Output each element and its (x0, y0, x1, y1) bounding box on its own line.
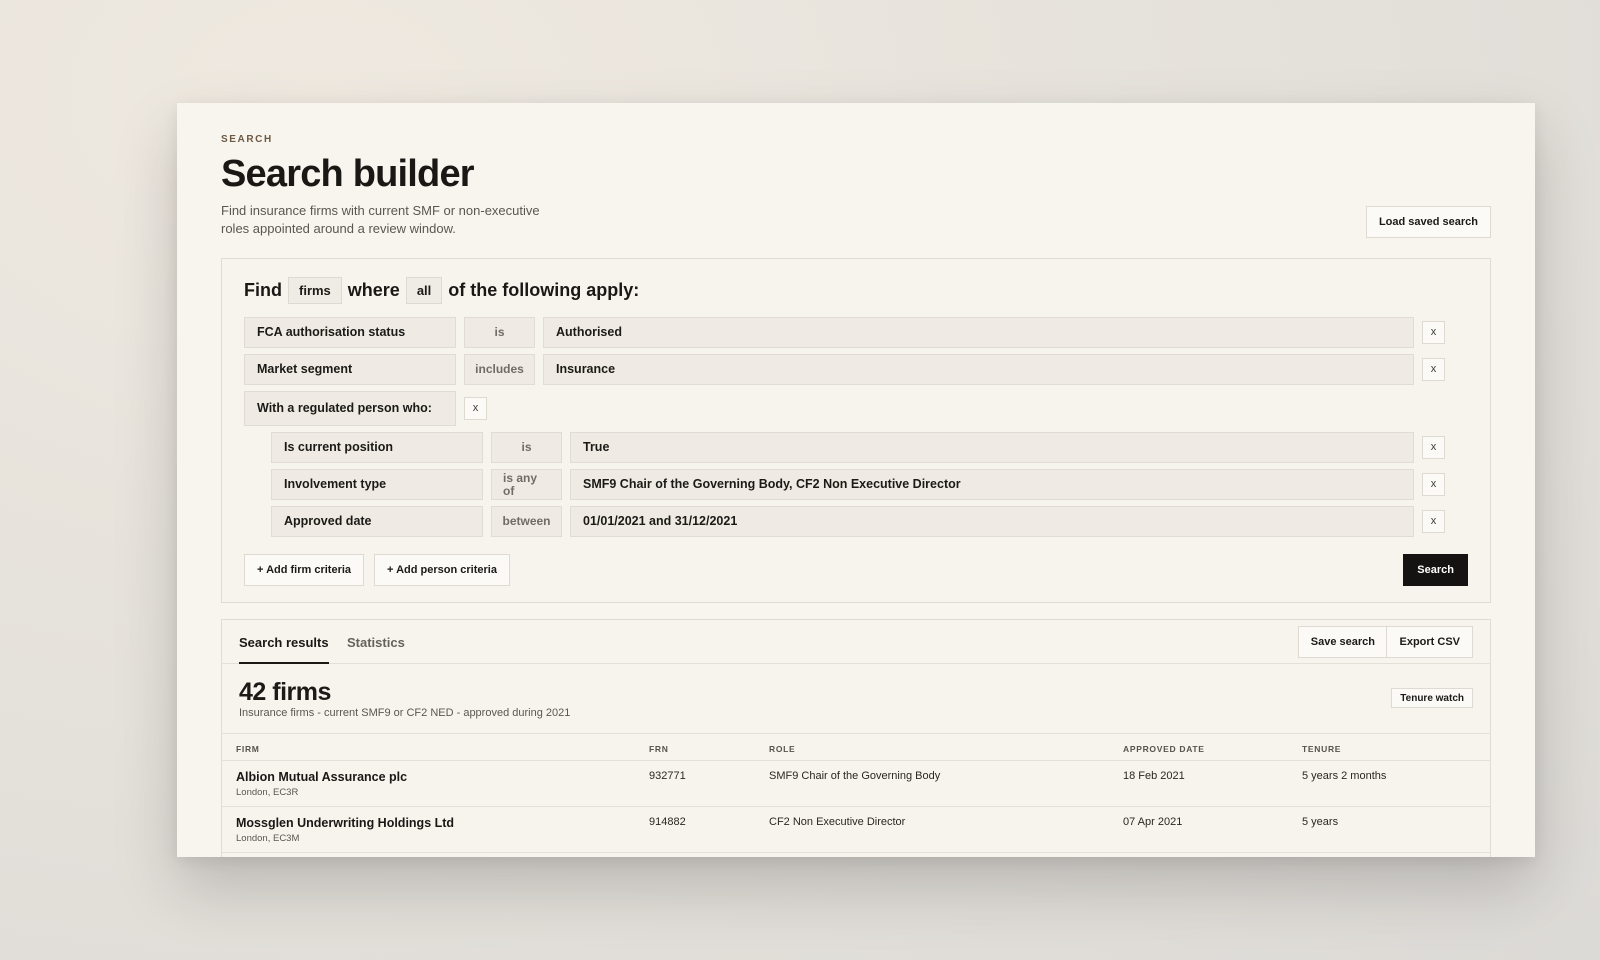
criteria-value-input[interactable]: Authorised (543, 317, 1414, 348)
results-panel: Search results Statistics Save search Ex… (221, 619, 1491, 857)
app-window: SEARCH Search builder Find insurance fir… (177, 103, 1535, 857)
where-label: where (347, 280, 400, 300)
following-label: of the following apply: (448, 280, 640, 300)
firm-location: London, EC3M (236, 833, 300, 844)
approved-date-cell: 18 Feb 2021 (1123, 770, 1185, 782)
firm-cell: Albion Mutual Assurance plc London, EC3R (236, 770, 407, 798)
criteria-field-selector[interactable]: Involvement type (271, 469, 483, 500)
criteria-row: Market segment includes Insurance x (244, 354, 1445, 385)
frn-cell: 932771 (649, 770, 686, 782)
section-eyebrow: SEARCH (221, 134, 273, 145)
results-table-header: FIRM FRN ROLE APPROVED DATE TENURE (222, 733, 1490, 761)
remove-criteria-button[interactable]: x (1422, 358, 1445, 381)
results-tabs: Search results Statistics Save search Ex… (222, 620, 1490, 664)
criteria-operator-selector[interactable]: is (464, 317, 535, 348)
criteria-operator-selector[interactable]: is any of (491, 469, 562, 500)
criteria-field-selector[interactable]: Is current position (271, 432, 483, 463)
remove-criteria-button[interactable]: x (1422, 321, 1445, 344)
criteria-operator-selector[interactable]: includes (464, 354, 535, 385)
approved-date-cell: 07 Apr 2021 (1123, 816, 1183, 828)
search-builder-panel: Find firms where all of the following ap… (221, 258, 1491, 603)
person-group-header: With a regulated person who: x (244, 391, 487, 426)
table-row[interactable]: Albion Mutual Assurance plc London, EC3R… (222, 761, 1490, 807)
criteria-operator-selector[interactable]: between (491, 506, 562, 537)
page-subtitle: Find insurance firms with current SMF or… (221, 203, 540, 236)
column-header-approved-date[interactable]: APPROVED DATE (1123, 744, 1205, 754)
frn-cell: 914882 (649, 816, 686, 828)
criteria-value-input[interactable]: 01/01/2021 and 31/12/2021 (570, 506, 1414, 537)
role-cell: CF2 Non Executive Director (769, 816, 906, 828)
remove-group-button[interactable]: x (464, 397, 487, 420)
person-group-label[interactable]: With a regulated person who: (244, 391, 456, 426)
criteria-value-input[interactable]: Insurance (543, 354, 1414, 385)
operator-line: of (503, 484, 515, 498)
column-header-role[interactable]: ROLE (769, 744, 795, 754)
person-criteria-row: Approved date between 01/01/2021 and 31/… (271, 506, 1445, 537)
find-sentence: Find firms where all of the following ap… (244, 277, 639, 304)
table-row[interactable]: Mossglen Underwriting Holdings Ltd Londo… (222, 807, 1490, 853)
entity-selector[interactable]: firms (288, 277, 342, 304)
load-saved-search-button[interactable]: Load saved search (1365, 206, 1491, 238)
column-header-tenure[interactable]: TENURE (1302, 744, 1341, 754)
person-criteria-row: Involvement type is any of SMF9 Chair of… (271, 469, 1445, 500)
column-header-firm[interactable]: FIRM (236, 744, 260, 754)
tenure-cell: 5 years (1302, 816, 1339, 828)
criteria-value-input[interactable]: True (570, 432, 1414, 463)
operator-line: is any (503, 471, 538, 485)
add-firm-criteria-button[interactable]: + Add firm criteria (244, 554, 365, 586)
add-person-criteria-button[interactable]: + Add person criteria (374, 554, 510, 586)
results-count: 42 firms (239, 678, 331, 706)
firm-name[interactable]: Mossglen Underwriting Holdings Ltd (236, 816, 454, 830)
person-criteria-row: Is current position is True x (271, 432, 1445, 463)
remove-criteria-button[interactable]: x (1422, 436, 1445, 459)
firm-name[interactable]: Albion Mutual Assurance plc (236, 770, 407, 784)
tenure-watch-button[interactable]: Tenure watch (1391, 688, 1473, 708)
firm-location: London, EC3R (236, 787, 299, 798)
remove-criteria-button[interactable]: x (1422, 473, 1445, 496)
criteria-operator-selector[interactable]: is (491, 432, 562, 463)
export-csv-button[interactable]: Export CSV (1386, 626, 1473, 658)
role-cell: SMF9 Chair of the Governing Body (769, 770, 941, 782)
page-title: Search builder (221, 153, 475, 195)
results-summary: Insurance firms - current SMF9 or CF2 NE… (239, 707, 571, 719)
firm-cell: Mossglen Underwriting Holdings Ltd Londo… (236, 816, 454, 844)
criteria-value-input[interactable]: SMF9 Chair of the Governing Body, CF2 No… (570, 469, 1414, 500)
criteria-field-selector[interactable]: FCA authorisation status (244, 317, 456, 348)
criteria-field-selector[interactable]: Approved date (271, 506, 483, 537)
quantifier-selector[interactable]: all (405, 277, 443, 304)
tab-search-results[interactable]: Search results (239, 635, 329, 664)
search-button[interactable]: Search (1403, 554, 1468, 586)
find-label: Find (244, 280, 282, 300)
criteria-field-selector[interactable]: Market segment (244, 354, 456, 385)
tenure-cell: 5 years 2 months (1302, 770, 1387, 782)
tab-statistics[interactable]: Statistics (347, 635, 405, 650)
column-header-frn[interactable]: FRN (649, 744, 669, 754)
remove-criteria-button[interactable]: x (1422, 510, 1445, 533)
criteria-row: FCA authorisation status is Authorised x (244, 317, 1445, 348)
save-search-button[interactable]: Save search (1297, 626, 1388, 658)
